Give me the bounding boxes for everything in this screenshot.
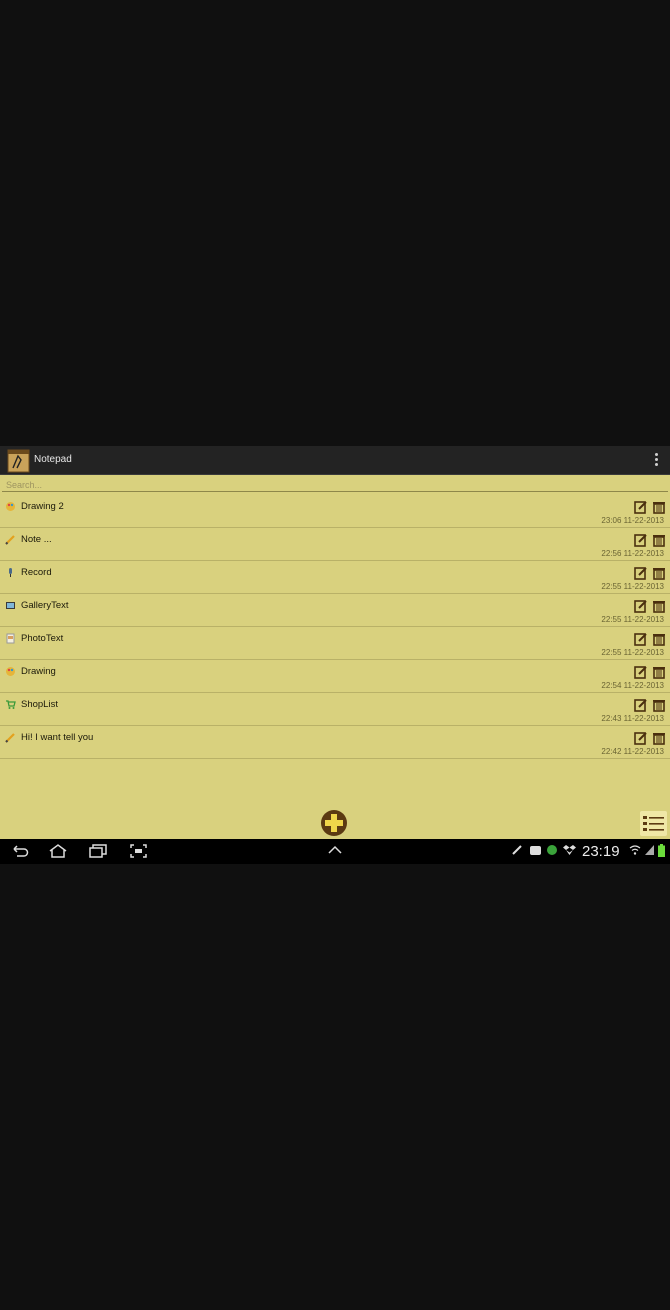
back-icon[interactable] — [11, 844, 29, 858]
chevron-up-icon[interactable] — [327, 844, 343, 856]
note-row[interactable]: PhotoText 22:55 11-22-2013 — [0, 627, 670, 660]
trash-icon[interactable] — [652, 500, 666, 514]
photo-icon — [6, 633, 15, 644]
drawing-icon — [6, 667, 15, 676]
edit-icon[interactable] — [634, 599, 648, 613]
note-row[interactable]: GalleryText 22:55 11-22-2013 — [0, 594, 670, 627]
note-timestamp: 23:06 11-22-2013 — [601, 516, 664, 525]
note-row[interactable]: Note ... 22:56 11-22-2013 — [0, 528, 670, 561]
note-title: ShopList — [21, 699, 58, 710]
notes-list: Drawing 2 23:06 11-22-2013 Note ... 22:5… — [0, 495, 670, 759]
add-note-button[interactable] — [320, 809, 348, 837]
edit-icon[interactable] — [634, 566, 648, 580]
edit-icon[interactable] — [634, 665, 648, 679]
note-row[interactable]: Drawing 2 23:06 11-22-2013 — [0, 495, 670, 528]
action-bar: Notepad — [0, 446, 670, 475]
edit-icon[interactable] — [634, 533, 648, 547]
microphone-icon — [9, 568, 12, 577]
home-icon[interactable] — [49, 844, 67, 858]
gallery-icon — [6, 602, 15, 609]
edit-icon[interactable] — [634, 731, 648, 745]
trash-icon[interactable] — [652, 731, 666, 745]
note-row[interactable]: ShopList 22:43 11-22-2013 — [0, 693, 670, 726]
note-timestamp: 22:55 11-22-2013 — [601, 648, 664, 657]
system-nav-bar: 23:19 — [0, 839, 670, 864]
notes-panel: Search... Drawing 2 23:06 11-22-2013 Not… — [0, 475, 670, 839]
note-title: Drawing — [21, 666, 56, 677]
dropbox-icon — [563, 845, 576, 855]
note-title: Record — [21, 567, 52, 578]
trash-icon[interactable] — [652, 566, 666, 580]
notepad-app-icon[interactable] — [7, 448, 31, 473]
note-timestamp: 22:42 11-22-2013 — [601, 747, 664, 756]
note-title: PhotoText — [21, 633, 64, 644]
trash-icon[interactable] — [652, 698, 666, 712]
note-row[interactable]: Drawing 22:54 11-22-2013 — [0, 660, 670, 693]
edit-icon[interactable] — [634, 632, 648, 646]
trash-icon[interactable] — [652, 665, 666, 679]
note-title: Note ... — [21, 534, 52, 545]
trash-icon[interactable] — [652, 533, 666, 547]
pen-status-icon — [512, 845, 522, 855]
note-title: Hi! I want tell you — [21, 732, 94, 743]
edit-icon[interactable] — [634, 698, 648, 712]
note-title: Drawing 2 — [21, 501, 64, 512]
note-timestamp: 22:55 11-22-2013 — [601, 582, 664, 591]
notification-status-icon — [530, 846, 541, 855]
edit-icon[interactable] — [634, 500, 648, 514]
drawing-icon — [6, 502, 15, 511]
note-timestamp: 22:43 11-22-2013 — [601, 714, 664, 723]
app-status-icon — [547, 845, 557, 855]
note-timestamp: 22:56 11-22-2013 — [601, 549, 664, 558]
note-timestamp: 22:55 11-22-2013 — [601, 615, 664, 624]
status-clock: 23:19 — [582, 843, 620, 860]
recent-apps-icon[interactable] — [89, 844, 107, 858]
pencil-icon — [5, 733, 15, 743]
note-title: GalleryText — [21, 600, 69, 611]
battery-icon — [658, 844, 665, 857]
list-view-toggle-icon[interactable] — [640, 811, 667, 836]
trash-icon[interactable] — [652, 599, 666, 613]
notepad-app: Notepad Search... Drawing 2 23:06 11-22-… — [0, 446, 670, 864]
note-row[interactable]: Record 22:55 11-22-2013 — [0, 561, 670, 594]
screenshot-icon[interactable] — [130, 844, 147, 858]
cart-icon — [6, 700, 16, 709]
search-input[interactable]: Search... — [2, 478, 668, 492]
overflow-menu-icon[interactable] — [652, 453, 660, 469]
note-row[interactable]: Hi! I want tell you 22:42 11-22-2013 — [0, 726, 670, 759]
app-title: Notepad — [34, 454, 72, 465]
pencil-icon — [5, 535, 15, 545]
wifi-icon — [629, 845, 641, 855]
signal-icon — [645, 845, 654, 855]
note-timestamp: 22:54 11-22-2013 — [601, 681, 664, 690]
trash-icon[interactable] — [652, 632, 666, 646]
